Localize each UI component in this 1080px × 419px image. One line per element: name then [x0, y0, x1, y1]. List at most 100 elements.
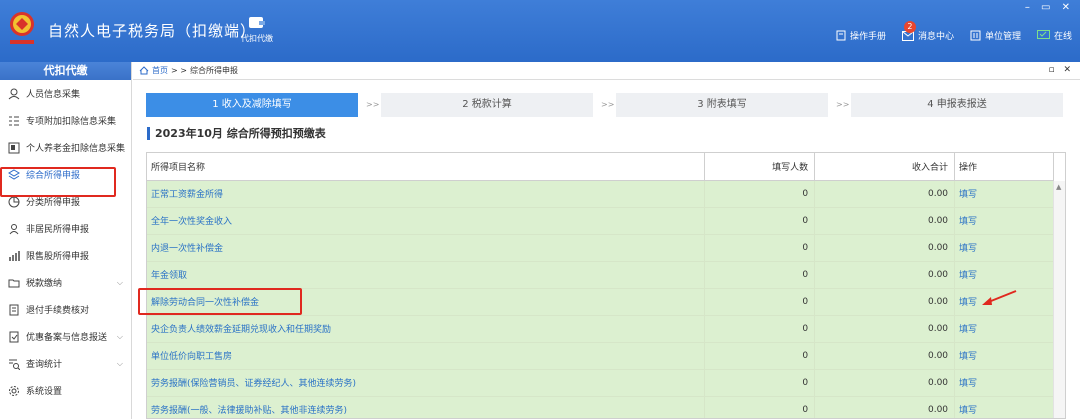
unit-management-button[interactable]: 单位管理: [970, 29, 1021, 42]
fill-count: 0: [704, 180, 816, 208]
top-bar: 自然人电子税务局（扣缴端） 代扣代缴 – ▭ ✕ 操作手册 2 消息中心 单位管…: [0, 0, 1080, 62]
search-list-icon: [9, 359, 20, 370]
step-4[interactable]: 4 申报表报送: [851, 93, 1063, 117]
table-row: 正常工资薪金所得 0 0.00 填写: [147, 180, 1054, 208]
chevron-down-icon[interactable]: ⌵: [117, 278, 123, 288]
sidebar-item-label: 优惠备案与信息报送: [26, 333, 108, 343]
table-row: 内退一次性补偿金 0 0.00 填写: [147, 234, 1054, 262]
step-2[interactable]: 2 税款计算: [381, 93, 593, 117]
income-total: 0.00: [814, 207, 956, 235]
income-total: 0.00: [814, 315, 956, 343]
sidebar-item-label: 限售股所得申报: [26, 252, 90, 262]
window-controls[interactable]: – ▭ ✕: [1025, 2, 1074, 13]
breadcrumb-home[interactable]: 首页: [152, 65, 168, 76]
sidebar-item-2[interactable]: 个人养老金扣除信息采集: [0, 134, 131, 161]
fill-count: 0: [704, 261, 816, 289]
step-1[interactable]: 1 收入及减除填写: [146, 93, 358, 117]
folder-icon: [8, 279, 20, 287]
message-badge: 2: [903, 21, 916, 33]
main-panel: 首页 > > 综合所得申报 ▫ ✕ 1 收入及减除填写 >> 2 税款计算 >>…: [133, 62, 1080, 419]
income-item-name[interactable]: 央企负责人绩效薪金延期兑现收入和任期奖励: [147, 315, 706, 343]
manual-button[interactable]: 操作手册: [836, 29, 886, 42]
form-title: 2023年10月 综合所得预扣预缴表: [147, 127, 326, 140]
online-status[interactable]: 在线: [1036, 29, 1072, 42]
scroll-up-icon[interactable]: ▲: [1056, 183, 1061, 191]
income-total: 0.00: [814, 234, 956, 262]
sidebar-item-label: 人员信息采集: [26, 90, 81, 100]
sidebar-item-label: 税款缴纳: [26, 279, 63, 289]
step-sep: >>: [601, 100, 615, 109]
app-title: 自然人电子税务局（扣缴端）: [48, 22, 257, 40]
fill-link[interactable]: 填写: [954, 234, 1054, 262]
table-row: 年金领取 0 0.00 填写: [147, 261, 1054, 289]
sidebar-item-0[interactable]: 人员信息采集: [0, 80, 131, 107]
fill-link[interactable]: 填写: [954, 369, 1054, 397]
home-icon: [139, 66, 149, 75]
fill-count: 0: [704, 396, 816, 418]
doc-icon: [9, 304, 19, 315]
message-center-label: 消息中心: [917, 32, 954, 42]
chevron-down-icon[interactable]: ⌵: [117, 332, 123, 342]
income-total: 0.00: [814, 261, 956, 289]
sidebar-item-label: 系统设置: [26, 387, 63, 397]
step-3[interactable]: 3 附表填写: [616, 93, 828, 117]
income-item-name[interactable]: 年金领取: [147, 261, 706, 289]
table-row: 劳务报酬(一般、法律援助补贴、其他非连续劳务) 0 0.00 填写: [147, 396, 1054, 418]
gear-icon: [9, 385, 19, 396]
income-item-name[interactable]: 全年一次性奖金收入: [147, 207, 706, 235]
sidebar-item-label: 查询统计: [26, 360, 63, 370]
income-total: 0.00: [814, 369, 956, 397]
fill-link[interactable]: 填写: [954, 315, 1054, 343]
fill-count: 0: [704, 234, 816, 262]
nav-withholding[interactable]: 代扣代缴: [232, 14, 282, 44]
table-row: 单位低价向职工售房 0 0.00 填写: [147, 342, 1054, 370]
panel-controls[interactable]: ▫ ✕: [1048, 65, 1074, 75]
table-scrollbar[interactable]: ▲: [1053, 181, 1065, 418]
message-center-button[interactable]: 2 消息中心: [901, 21, 954, 42]
breadcrumb: 首页 > > 综合所得申报 ▫ ✕: [133, 62, 1080, 80]
building-icon: [970, 30, 981, 41]
fill-count: 0: [704, 207, 816, 235]
sidebar-item-label: 非居民所得申报: [26, 225, 90, 235]
sidebar-item-9[interactable]: 优惠备案与信息报送 ⌵: [0, 323, 131, 350]
fill-link[interactable]: 填写: [954, 342, 1054, 370]
sidebar-item-8[interactable]: 退付手续费核对: [0, 296, 131, 323]
sidebar-item-11[interactable]: 系统设置: [0, 377, 131, 404]
list-icon: [9, 116, 19, 125]
sidebar-item-10[interactable]: 查询统计 ⌵: [0, 350, 131, 377]
fill-link[interactable]: 填写: [954, 261, 1054, 289]
income-total: 0.00: [814, 288, 956, 316]
sidebar-item-6[interactable]: 限售股所得申报: [0, 242, 131, 269]
bar-chart-icon: [9, 250, 20, 261]
income-item-name[interactable]: 内退一次性补偿金: [147, 234, 706, 262]
pension-icon: [8, 142, 20, 153]
online-label: 在线: [1053, 32, 1072, 42]
monitor-icon: [1036, 30, 1050, 39]
table-row: 全年一次性奖金收入 0 0.00 填写: [147, 207, 1054, 235]
sidebar-item-label: 个人养老金扣除信息采集: [26, 144, 126, 154]
fill-link[interactable]: 填写: [954, 180, 1054, 208]
fill-link[interactable]: 填写: [954, 207, 1054, 235]
fill-count: 0: [704, 369, 816, 397]
tax-emblem-logo: [10, 12, 34, 44]
fill-count: 0: [704, 315, 816, 343]
income-item-name[interactable]: 正常工资薪金所得: [147, 180, 706, 208]
chevron-down-icon[interactable]: ⌵: [117, 359, 123, 369]
income-item-name[interactable]: 劳务报酬(一般、法律援助补贴、其他非连续劳务): [147, 396, 706, 418]
sidebar-item-7[interactable]: 税款缴纳 ⌵: [0, 269, 131, 296]
sidebar-item-1[interactable]: 专项附加扣除信息采集: [0, 107, 131, 134]
sidebar-item-5[interactable]: 非居民所得申报: [0, 215, 131, 242]
sidebar: 代扣代缴 人员信息采集 专项附加扣除信息采集 个人养老金扣除信息采集 综合所得申报 分类…: [0, 62, 132, 419]
breadcrumb-current: 综合所得申报: [189, 66, 238, 75]
sidebar-header: 代扣代缴: [0, 62, 131, 80]
income-item-name[interactable]: 劳务报酬(保险营销员、证券经纪人、其他连续劳务): [147, 369, 706, 397]
person-icon: [8, 88, 20, 99]
fill-link[interactable]: 填写: [954, 396, 1054, 418]
fill-count: 0: [704, 342, 816, 370]
book-icon: [836, 30, 846, 41]
income-table: 所得项目名称 填写人数 收入合计 操作 正常工资薪金所得 0 0.00 填写 全年一次性…: [146, 152, 1066, 419]
highlight-box-row: [138, 288, 302, 315]
income-item-name[interactable]: 单位低价向职工售房: [147, 342, 706, 370]
col-header-count: 填写人数: [704, 153, 816, 181]
col-header-income: 收入合计: [814, 153, 956, 181]
